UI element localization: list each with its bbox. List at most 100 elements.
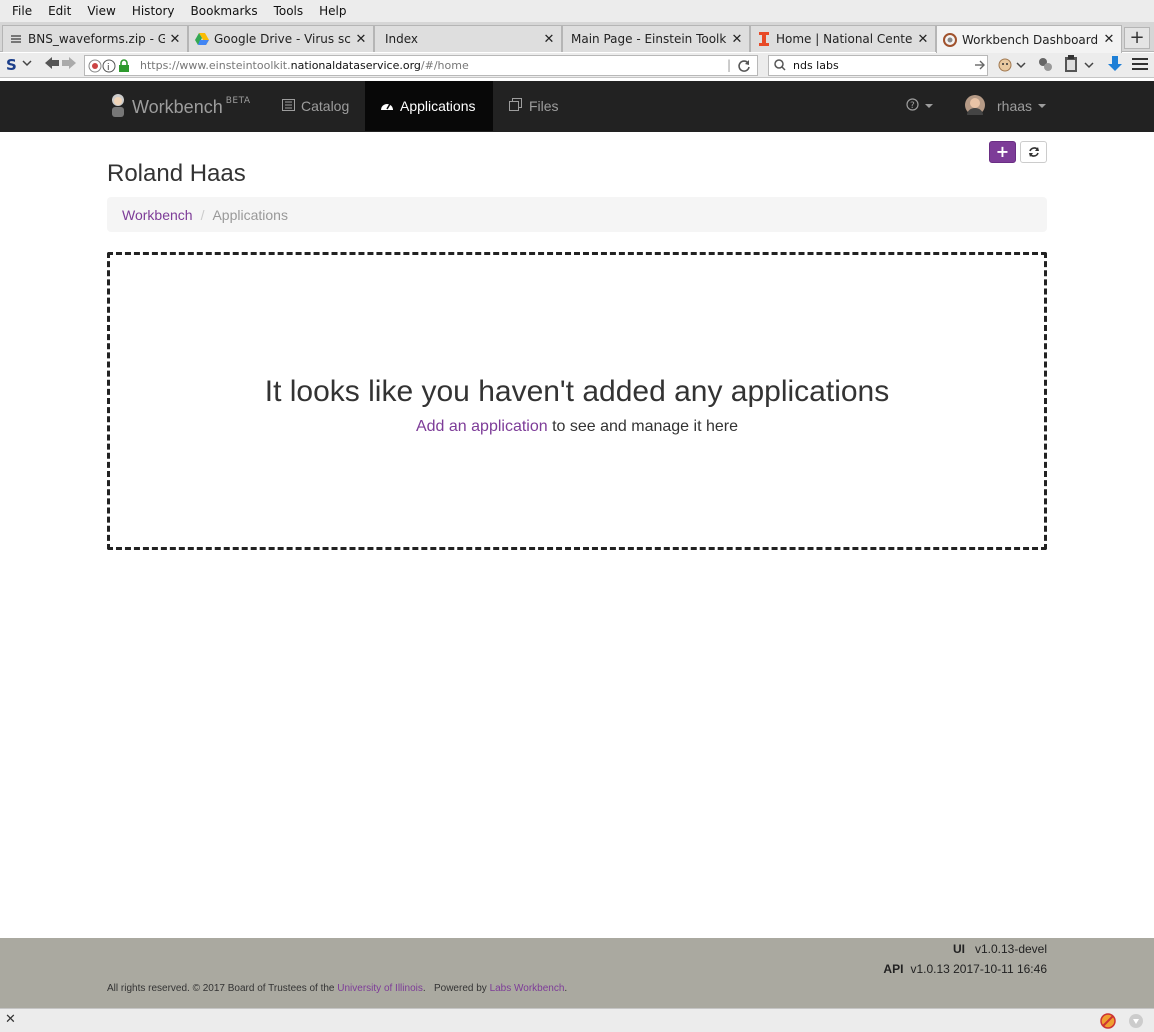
api-version-value: v1.0.13 2017-10-11 16:46	[910, 962, 1047, 976]
tab-title: Workbench Dashboard	[962, 32, 1099, 47]
empty-state-panel: It looks like you haven't added any appl…	[107, 252, 1047, 550]
help-menu[interactable]: ?	[891, 81, 948, 131]
powered-by-text: . Powered by	[422, 983, 490, 994]
menu-help[interactable]: Help	[311, 4, 354, 18]
empty-state-text: Add an application to see and manage it …	[110, 418, 1044, 436]
search-input[interactable]: nds labs	[793, 59, 839, 72]
api-version: API v1.0.13 2017-10-11 16:46	[883, 962, 1047, 976]
empty-state-suffix: to see and manage it here	[547, 418, 738, 435]
ui-version-label: UI	[952, 942, 965, 956]
close-icon[interactable]: ✕	[355, 32, 367, 47]
new-tab-button[interactable]: +	[1124, 27, 1150, 49]
menu-history[interactable]: History	[124, 4, 183, 18]
clipboard-icon[interactable]	[1063, 55, 1079, 77]
breadcrumb-current: Applications	[212, 206, 288, 223]
search-go-icon[interactable]	[974, 59, 986, 74]
lock-icon[interactable]	[118, 59, 130, 76]
tab-title: Home | National Center ...	[776, 32, 913, 46]
tab-title: Google Drive - Virus sca...	[214, 32, 351, 46]
menu-edit[interactable]: Edit	[40, 4, 79, 18]
browser-tab[interactable]: Google Drive - Virus sca... ✕	[188, 25, 374, 52]
chevron-down-icon[interactable]	[1084, 58, 1094, 74]
beta-badge: BETA	[225, 96, 251, 106]
api-version-label: API	[883, 962, 904, 976]
browser-tab[interactable]: Home | National Center ... ✕	[750, 25, 936, 52]
search-icon	[774, 59, 786, 74]
copyright-text: All rights reserved. © 2017 Board of Tru…	[107, 983, 338, 994]
hamburger-menu-icon[interactable]	[1132, 57, 1148, 75]
workbench-logo-icon	[109, 93, 127, 122]
close-icon[interactable]: ✕	[917, 32, 929, 47]
caret-icon	[1038, 104, 1047, 108]
back-icon[interactable]	[45, 56, 59, 74]
menu-view[interactable]: View	[79, 4, 123, 18]
noscript-icon[interactable]	[1100, 1013, 1116, 1032]
help-icon: ?	[906, 98, 919, 114]
browser-tab-active[interactable]: Workbench Dashboard ✕	[936, 25, 1122, 53]
illinois-icon	[757, 32, 771, 46]
page-title: Roland Haas	[107, 160, 246, 187]
sync-icon[interactable]: S	[6, 56, 17, 74]
menu-bar: File Edit View History Bookmarks Tools H…	[0, 0, 1154, 22]
tab-title: Main Page - Einstein Toolki...	[571, 32, 727, 46]
nav-files[interactable]: Files	[494, 81, 574, 131]
app-navbar: Workbench BETA Catalog Applications File…	[0, 81, 1154, 132]
nav-catalog[interactable]: Catalog	[267, 81, 364, 131]
menu-tools[interactable]: Tools	[266, 4, 312, 18]
extension-icon[interactable]	[1037, 56, 1053, 76]
menu-file[interactable]: File	[4, 4, 40, 18]
google-drive-icon	[195, 32, 209, 46]
breadcrumb-separator: /	[200, 206, 205, 223]
book-icon	[282, 98, 295, 114]
refresh-button[interactable]	[1020, 141, 1047, 163]
caret-icon	[925, 104, 933, 108]
close-icon[interactable]: ✕	[543, 32, 555, 47]
chevron-down-icon[interactable]	[1016, 58, 1026, 74]
chevron-down-icon[interactable]	[22, 56, 32, 72]
tracking-icon[interactable]: i	[88, 58, 116, 77]
breadcrumb: Workbench / Applications	[107, 197, 1047, 232]
svg-text:?: ?	[910, 101, 915, 111]
university-link[interactable]: University of Illinois	[337, 983, 423, 994]
nav-applications[interactable]: Applications	[365, 81, 493, 131]
download-icon[interactable]	[1107, 55, 1123, 77]
footer: UI v1.0.13-devel API v1.0.13 2017-10-11 16…	[0, 938, 1154, 1008]
url-bar[interactable]: i https://www.einsteintoolkit.nationalda…	[84, 55, 758, 76]
browser-tab[interactable]: BNS_waveforms.zip - Go... ✕	[2, 25, 188, 52]
addon-icon[interactable]	[997, 56, 1013, 76]
search-bar[interactable]: nds labs	[768, 55, 988, 76]
refresh-icon	[1028, 147, 1040, 162]
url-divider: |	[727, 58, 732, 72]
close-icon[interactable]: ✕	[731, 32, 743, 47]
ui-version: UI v1.0.13-devel	[953, 942, 1047, 956]
addon-bar-icon[interactable]	[1128, 1013, 1144, 1032]
browser-tab[interactable]: Main Page - Einstein Toolki... ✕	[562, 25, 750, 52]
copyright: All rights reserved. © 2017 Board of Tru…	[107, 983, 567, 994]
add-application-button[interactable]: +	[989, 141, 1016, 163]
archive-icon	[9, 32, 23, 46]
browser-toolbar: S i https://www.einsteintoolkit.national…	[0, 53, 1154, 78]
reload-icon[interactable]	[737, 59, 751, 76]
labs-workbench-link[interactable]: Labs Workbench	[490, 983, 565, 994]
url-text: https://www.einsteintoolkit.nationaldata…	[140, 59, 469, 72]
menu-bookmarks[interactable]: Bookmarks	[183, 4, 266, 18]
files-icon	[509, 98, 523, 114]
nav-files-label: Files	[529, 98, 559, 114]
forward-icon[interactable]	[62, 56, 76, 74]
brand[interactable]: Workbench BETA	[109, 93, 251, 122]
close-icon[interactable]: ✕	[1103, 32, 1115, 47]
nav-catalog-label: Catalog	[301, 98, 350, 114]
nav-applications-label: Applications	[400, 98, 476, 114]
add-application-link[interactable]: Add an application	[416, 418, 548, 435]
dashboard-icon	[380, 99, 394, 114]
close-icon[interactable]: ✕	[169, 32, 181, 47]
workbench-icon	[943, 32, 957, 47]
browser-tab[interactable]: Index ✕	[374, 25, 562, 52]
breadcrumb-workbench-link[interactable]: Workbench	[122, 207, 193, 223]
close-icon[interactable]: ✕	[5, 1012, 16, 1027]
username: rhaas	[997, 98, 1033, 114]
user-menu[interactable]: rhaas	[950, 81, 1061, 131]
svg-text:i: i	[107, 63, 110, 73]
brand-name: Workbench	[132, 97, 223, 117]
ui-version-value: v1.0.13-devel	[974, 942, 1047, 956]
